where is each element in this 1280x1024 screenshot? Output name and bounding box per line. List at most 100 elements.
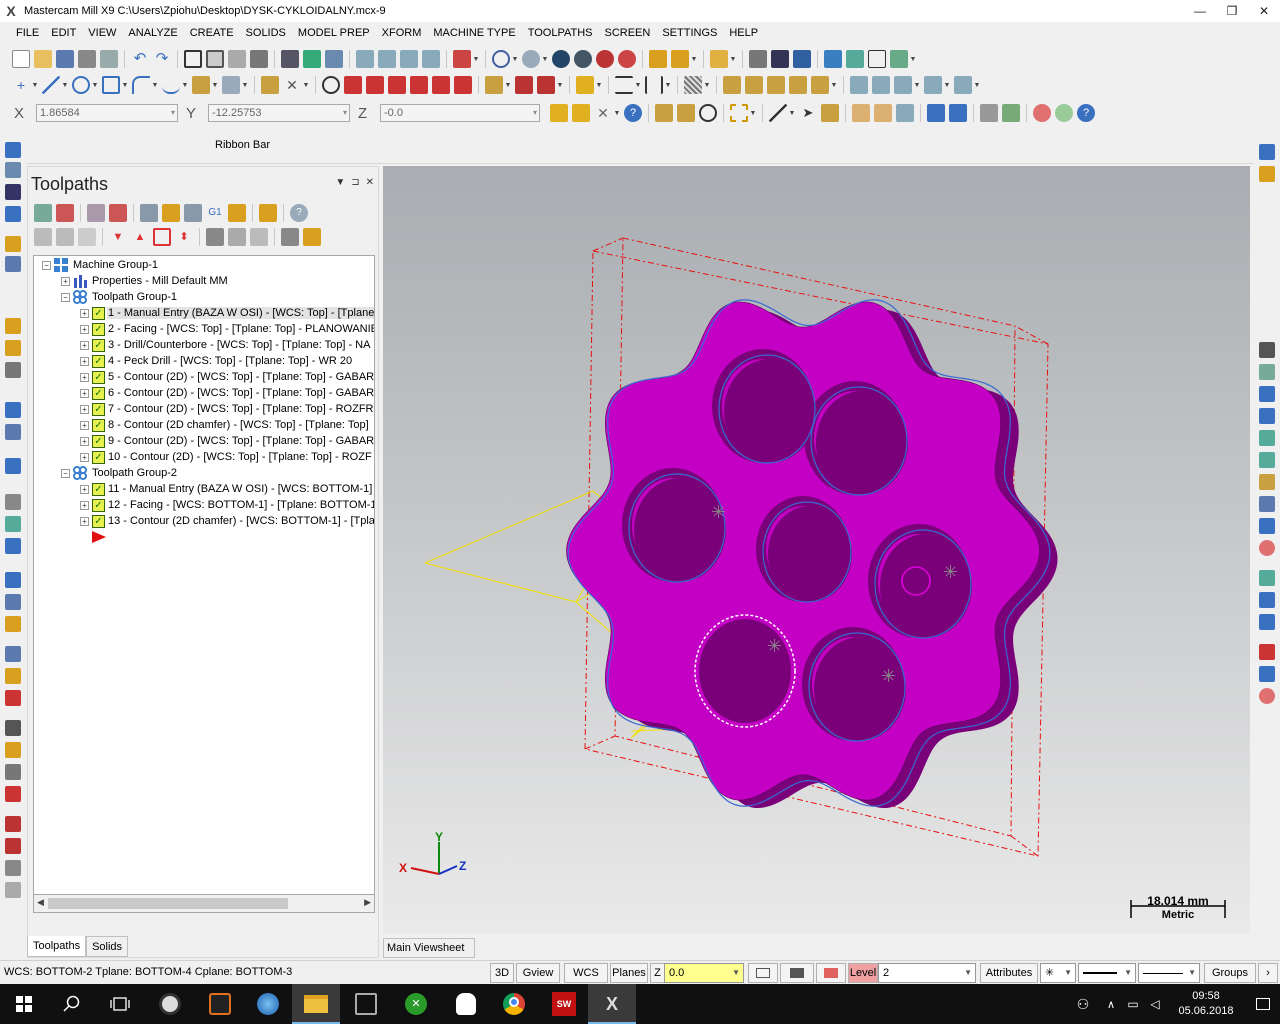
operation-checkbox[interactable]: ✓	[92, 322, 105, 336]
minimize-button[interactable]: —	[1184, 0, 1216, 22]
line-style-select[interactable]: ▼	[1078, 963, 1136, 983]
solid-edge-icon[interactable]	[896, 104, 914, 122]
solid-body-icon[interactable]	[874, 104, 892, 122]
verify-ops-icon[interactable]	[162, 204, 180, 222]
tree-row-operation-3[interactable]: + ✓ 3 - Drill/Counterbore - [WCS: Top] -…	[80, 337, 371, 353]
stock-setup-icon[interactable]	[5, 236, 21, 252]
menu-model-prep[interactable]: MODEL PREP	[292, 22, 376, 44]
backplot-icon[interactable]	[5, 720, 21, 736]
toolpath-pocket-icon[interactable]	[537, 76, 555, 94]
cancel-chain-icon[interactable]	[1259, 688, 1275, 704]
print-icon[interactable]	[78, 50, 96, 68]
analyze-icon[interactable]	[749, 50, 767, 68]
tree-row-operation-10[interactable]: + ✓ 10 - Contour (2D) - [WCS: Top] - [Tp…	[80, 449, 373, 465]
surface-revolved-icon[interactable]	[745, 76, 763, 94]
fast-point-icon[interactable]	[550, 104, 568, 122]
simulate-icon[interactable]	[184, 204, 202, 222]
regenerate-dirty-icon[interactable]	[109, 204, 127, 222]
solid-face-icon[interactable]	[852, 104, 870, 122]
toolpath-tree[interactable]: − Machine Group-1 + Properties - Mill De…	[33, 255, 375, 895]
drafting-icon[interactable]	[222, 76, 240, 94]
new-file-icon[interactable]	[12, 50, 30, 68]
scrollbar-thumb[interactable]	[48, 898, 288, 909]
close-button[interactable]: ✕	[1248, 0, 1280, 22]
tree-row-operation-13[interactable]: + ✓ 13 - Contour (2D chamfer) - [WCS: BO…	[80, 513, 374, 529]
operation-checkbox[interactable]: ✓	[92, 434, 105, 448]
view-front-icon[interactable]	[303, 50, 321, 68]
chevron-down-icon[interactable]: ▼	[944, 76, 951, 94]
tree-expander[interactable]: +	[80, 452, 89, 462]
print-preview-icon[interactable]	[100, 50, 118, 68]
chevron-down-icon[interactable]: ▼	[914, 76, 921, 94]
save-icon[interactable]	[56, 50, 74, 68]
tree-row-insert-arrow[interactable]	[92, 529, 110, 545]
tree-row-operation-12[interactable]: + ✓ 12 - Facing - [WCS: BOTTOM-1] - [Tpl…	[80, 497, 374, 513]
solid-boolean-icon[interactable]	[924, 76, 942, 94]
open-folder-icon[interactable]	[34, 50, 52, 68]
menu-machine-type[interactable]: MACHINE TYPE	[427, 22, 521, 44]
menu-help[interactable]: HELP	[723, 22, 764, 44]
fit-view-icon[interactable]	[184, 50, 202, 68]
layers-red-icon[interactable]	[1259, 644, 1275, 660]
solid-revolve-icon[interactable]	[872, 76, 890, 94]
line-icon[interactable]	[42, 76, 60, 94]
tree-expander[interactable]: +	[80, 308, 89, 318]
select-area-icon[interactable]	[730, 104, 748, 122]
menu-solids[interactable]: SOLIDS	[240, 22, 292, 44]
chevron-down-icon[interactable]: ▼	[182, 76, 189, 94]
chevron-down-icon[interactable]: ▼	[473, 50, 480, 68]
tree-expander[interactable]: +	[80, 516, 89, 526]
operation-checkbox[interactable]: ✓	[92, 370, 105, 384]
planes-button[interactable]: Planes	[610, 963, 648, 983]
hidden-line-icon[interactable]	[574, 50, 592, 68]
chevron-down-icon[interactable]: ▼	[665, 76, 672, 94]
tree-expander[interactable]: +	[80, 324, 89, 334]
chevron-down-icon[interactable]: ▼	[505, 76, 512, 94]
menu-edit[interactable]: EDIT	[45, 22, 82, 44]
scroll-left-icon[interactable]: ◀	[37, 897, 44, 908]
post-g1-icon[interactable]: G1	[206, 204, 224, 222]
undo-xform-icon[interactable]	[5, 786, 21, 802]
measure-icon[interactable]	[5, 572, 21, 588]
verify-select-icon[interactable]	[927, 104, 945, 122]
point-icon[interactable]: +	[12, 76, 30, 94]
view-top-icon[interactable]	[281, 50, 299, 68]
operation-checkbox[interactable]: ✓	[92, 482, 105, 496]
help-icon[interactable]: ?	[1077, 104, 1095, 122]
chevron-down-icon[interactable]: ▼	[557, 76, 564, 94]
settings-gears-icon[interactable]	[824, 50, 842, 68]
regenerate-icon[interactable]	[699, 104, 717, 122]
chain-partial-icon[interactable]	[1259, 518, 1275, 534]
color-wireframe-button[interactable]	[748, 963, 778, 983]
chevron-down-icon[interactable]: ▼	[635, 76, 642, 94]
tree-row-toolpath-group-1[interactable]: − Toolpath Group-1	[61, 289, 178, 305]
x-coordinate-input[interactable]: 1.86584	[36, 104, 178, 122]
chevron-down-icon[interactable]: ▼	[789, 104, 796, 122]
chevron-down-icon[interactable]: ▼	[1064, 964, 1072, 982]
action-center-button[interactable]	[1246, 984, 1280, 1024]
chevron-down-icon[interactable]: ▼	[32, 76, 39, 94]
rectangle-icon[interactable]	[102, 76, 120, 94]
chevron-down-icon[interactable]: ▼	[242, 76, 249, 94]
redo-icon[interactable]: ↷	[153, 50, 171, 68]
tab-solids[interactable]: Solids	[86, 936, 129, 957]
layers-blue-icon[interactable]	[1259, 666, 1275, 682]
toolpath-new-icon[interactable]	[1259, 166, 1275, 182]
curve-icon[interactable]	[5, 362, 21, 378]
filter-icon[interactable]	[206, 228, 224, 246]
tree-row-operation-5[interactable]: + ✓ 5 - Contour (2D) - [WCS: Top] - [Tpl…	[80, 369, 374, 385]
level-button[interactable]: Level	[848, 963, 878, 983]
solid-extrude-icon[interactable]	[850, 76, 868, 94]
tree-row-machine-group[interactable]: − Machine Group-1	[42, 257, 159, 273]
tree-expander[interactable]: +	[80, 356, 89, 366]
tool-display-icon[interactable]	[303, 228, 321, 246]
tab-toolpaths[interactable]: Toolpaths	[27, 936, 87, 957]
translucent-sphere-icon[interactable]	[552, 50, 570, 68]
hatch-icon[interactable]	[684, 76, 702, 94]
tree-expander[interactable]: −	[42, 260, 51, 270]
no-entry-icon[interactable]	[1259, 540, 1275, 556]
chevron-down-icon[interactable]: ▼	[92, 76, 99, 94]
pencil-color-icon[interactable]	[671, 50, 689, 68]
surface-trim-icon[interactable]	[811, 76, 829, 94]
chevron-down-icon[interactable]: ▼	[596, 76, 603, 94]
